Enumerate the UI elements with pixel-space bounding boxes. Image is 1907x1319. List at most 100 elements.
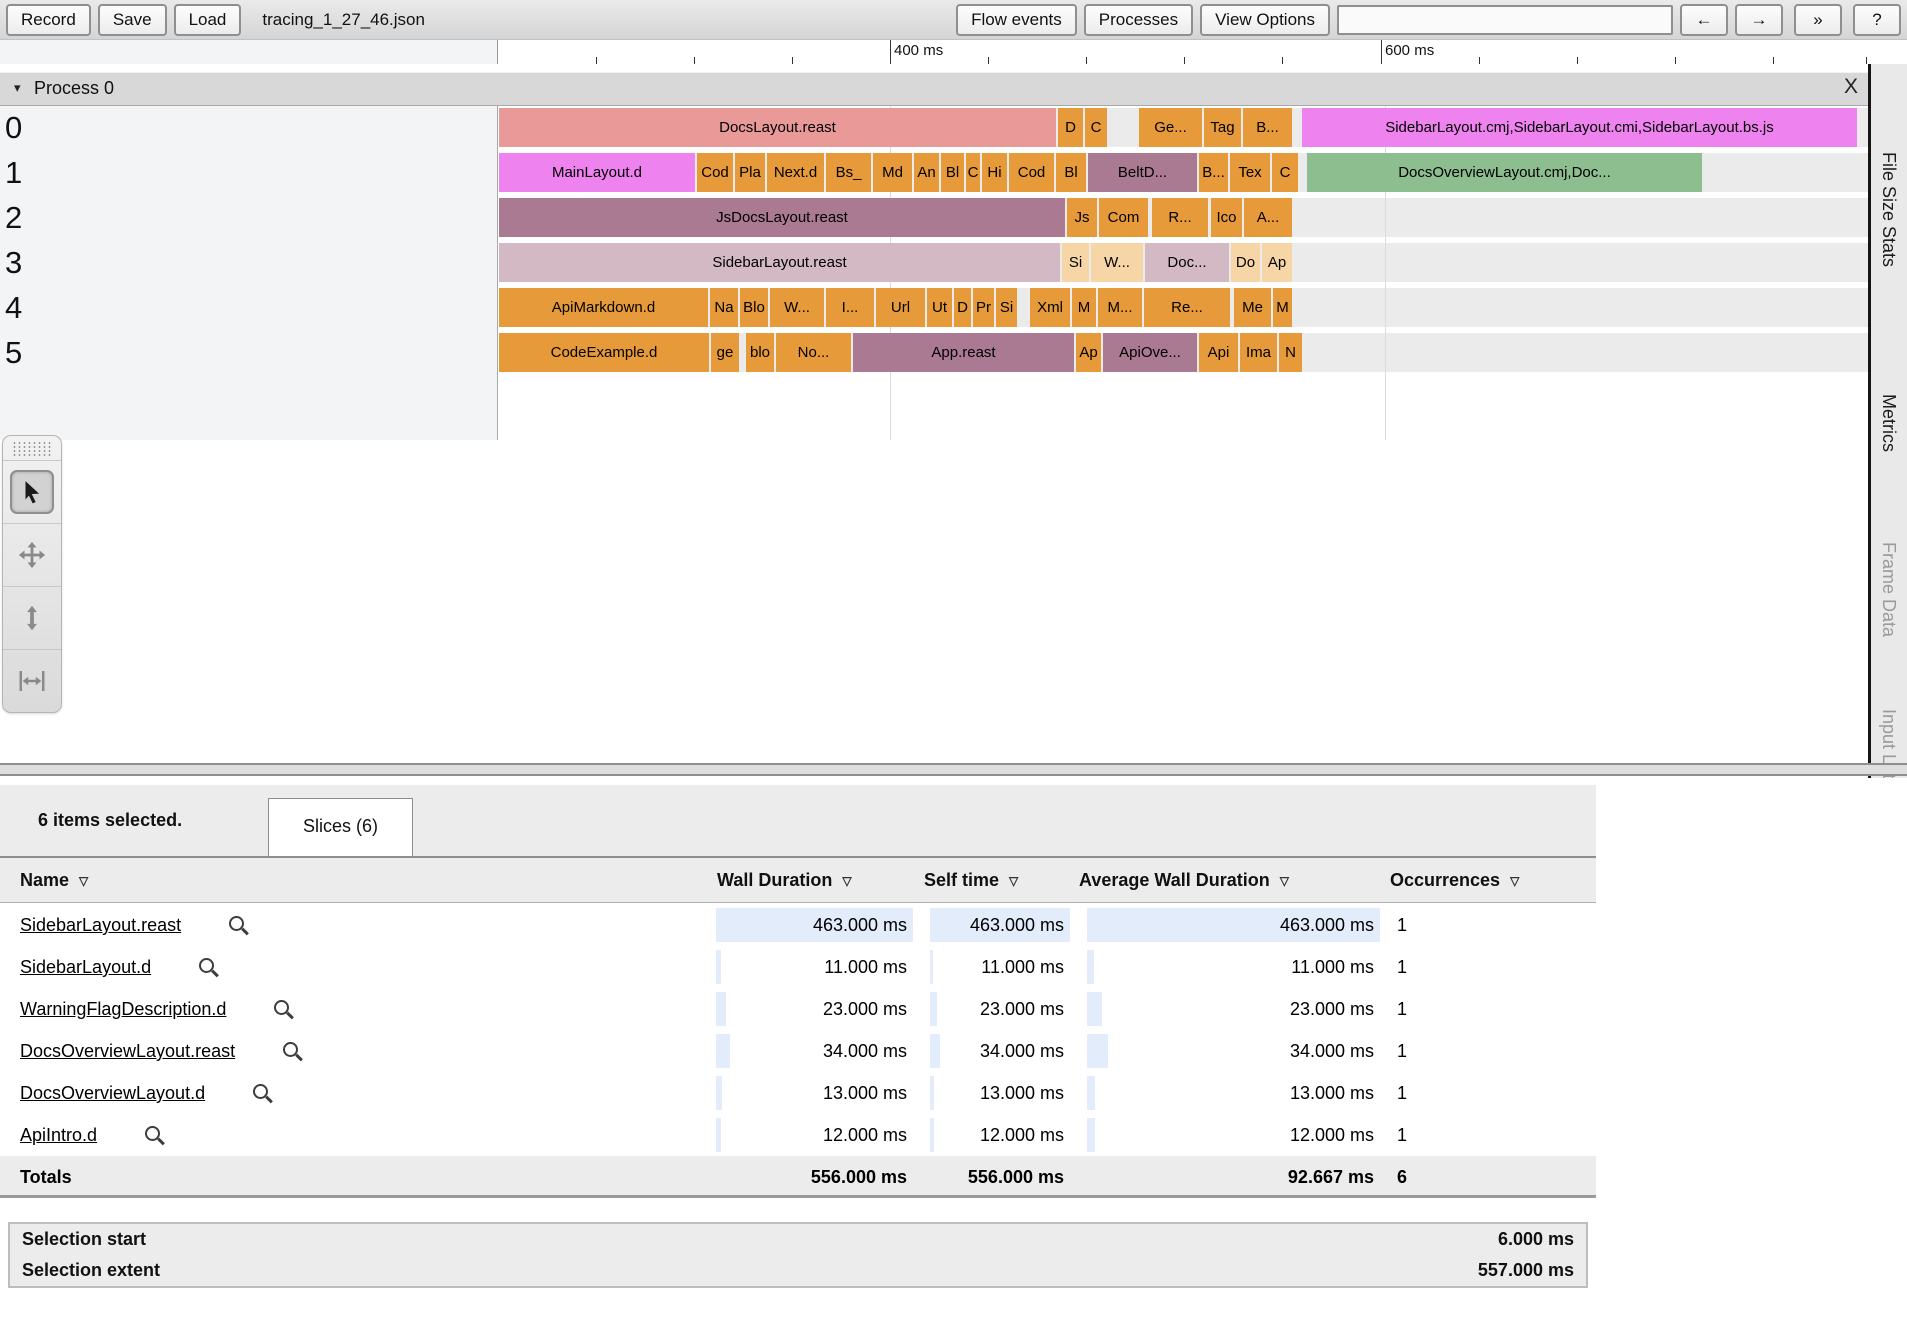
occurrences-cell: 1 <box>1397 957 1408 977</box>
slice[interactable]: Ap <box>1262 243 1292 282</box>
slice[interactable]: A... <box>1244 198 1292 237</box>
slice[interactable]: C <box>1272 153 1298 192</box>
slice[interactable]: M... <box>1098 288 1142 327</box>
ruler-minor-tick <box>596 57 597 64</box>
slice[interactable]: I... <box>826 288 874 327</box>
slice[interactable]: R... <box>1152 198 1208 237</box>
slice[interactable]: Si <box>1062 243 1089 282</box>
slice[interactable]: M <box>1072 288 1096 327</box>
slice[interactable]: Doc... <box>1145 243 1229 282</box>
slice[interactable]: W... <box>770 288 824 327</box>
slice[interactable]: Ima <box>1240 333 1277 372</box>
column-header-average-wall-duration[interactable]: Average Wall Duration ▽ <box>1079 858 1289 902</box>
slice[interactable]: Api <box>1199 333 1238 372</box>
magnifier-icon[interactable] <box>283 1042 299 1057</box>
slice[interactable]: D <box>1058 108 1083 147</box>
slice[interactable]: C <box>1085 108 1107 147</box>
slice[interactable]: Hi <box>982 153 1007 192</box>
timing-tool[interactable] <box>3 649 61 712</box>
pan-tool[interactable] <box>3 523 61 586</box>
collapse-triangle-icon[interactable]: ▾ <box>14 80 21 96</box>
column-header-name[interactable]: Name ▽ <box>20 858 88 902</box>
slice[interactable]: Bl <box>941 153 964 192</box>
slice[interactable]: Com <box>1099 198 1148 237</box>
slice[interactable]: Xml <box>1030 288 1070 327</box>
magnifier-icon[interactable] <box>145 1126 161 1141</box>
slice[interactable]: Pr <box>973 288 994 327</box>
slice[interactable]: Blo <box>740 288 768 327</box>
slice[interactable]: W... <box>1091 243 1143 282</box>
slice[interactable]: M <box>1273 288 1292 327</box>
magnifier-icon[interactable] <box>199 958 215 973</box>
selection-extent-row: Selection extent 557.000 ms <box>10 1255 1586 1286</box>
slice[interactable]: DocsOverviewLayout.cmj,Doc... <box>1307 153 1702 192</box>
slice-name-link[interactable]: SidebarLayout.d <box>20 946 215 988</box>
sidebar-tab-file-size-stats[interactable]: File Size Stats <box>1878 152 1899 267</box>
slice[interactable]: ge <box>711 333 739 372</box>
column-header-occurrences[interactable]: Occurrences ▽ <box>1390 858 1519 902</box>
slice[interactable]: blo <box>746 333 774 372</box>
totals-label: Totals <box>20 1167 72 1187</box>
slice[interactable]: ApiOve... <box>1103 333 1197 372</box>
slice-name-link[interactable]: WarningFlagDescription.d <box>20 988 290 1030</box>
slice[interactable]: Cod <box>697 153 733 192</box>
slice[interactable]: JsDocsLayout.reast <box>499 198 1065 237</box>
slice-name-link[interactable]: ApiIntro.d <box>20 1114 161 1156</box>
slice[interactable]: Tex <box>1230 153 1270 192</box>
slice[interactable]: C <box>966 153 980 192</box>
magnifier-icon[interactable] <box>274 1000 290 1015</box>
slice[interactable]: SidebarLayout.reast <box>499 243 1060 282</box>
slice[interactable]: MainLayout.d <box>499 153 695 192</box>
sidebar-tab-frame-data[interactable]: Frame Data <box>1878 542 1899 637</box>
slice[interactable]: Si <box>996 288 1017 327</box>
slice[interactable]: SidebarLayout.cmj,SidebarLayout.cmi,Side… <box>1302 108 1857 147</box>
slice[interactable]: Url <box>876 288 925 327</box>
slice[interactable]: Ico <box>1211 198 1242 237</box>
slice[interactable]: Re... <box>1144 288 1230 327</box>
close-process-icon[interactable]: X <box>1844 75 1858 99</box>
slice[interactable]: Ap <box>1076 333 1101 372</box>
column-header-self-time[interactable]: Self time ▽ <box>924 858 1018 902</box>
selection-tool[interactable] <box>3 460 61 523</box>
slice[interactable]: Js <box>1067 198 1097 237</box>
panel-splitter[interactable] <box>0 763 1907 776</box>
slice[interactable]: BeltD... <box>1088 153 1197 192</box>
slice[interactable]: Bs_ <box>826 153 871 192</box>
slice[interactable]: Bl <box>1056 153 1086 192</box>
average-wall-duration-cell: 13.000 ms <box>1087 1072 1380 1114</box>
palette-drag-handle[interactable] <box>12 441 52 457</box>
tool-palette <box>2 435 62 713</box>
magnifier-icon[interactable] <box>253 1084 269 1099</box>
slice[interactable]: CodeExample.d <box>499 333 709 372</box>
tab-slices[interactable]: Slices (6) <box>268 798 413 856</box>
slice-name-link[interactable]: SidebarLayout.reast <box>20 904 245 946</box>
slice[interactable]: Cod <box>1009 153 1054 192</box>
totals-self-time: 556.000 ms <box>967 1167 1064 1187</box>
slice[interactable]: N <box>1279 333 1302 372</box>
slice[interactable]: Next.d <box>767 153 824 192</box>
slice[interactable]: B... <box>1199 153 1228 192</box>
slice[interactable]: B... <box>1243 108 1292 147</box>
slice[interactable]: ApiMarkdown.d <box>499 288 708 327</box>
sidebar-tab-metrics[interactable]: Metrics <box>1878 394 1899 452</box>
slice[interactable]: Tag <box>1204 108 1241 147</box>
slice-name-link[interactable]: DocsOverviewLayout.d <box>20 1072 269 1114</box>
slice[interactable]: Md <box>873 153 912 192</box>
magnifier-icon[interactable] <box>229 916 245 931</box>
timeline-ruler[interactable]: 400 ms 600 ms <box>0 40 1868 64</box>
slice[interactable]: Ge... <box>1139 108 1202 147</box>
slice[interactable]: Ut <box>927 288 952 327</box>
slice[interactable]: DocsLayout.reast <box>499 108 1056 147</box>
slice[interactable]: No... <box>776 333 851 372</box>
slice[interactable]: D <box>954 288 971 327</box>
slice[interactable]: An <box>914 153 939 192</box>
column-header-wall-duration[interactable]: Wall Duration ▽ <box>717 858 852 902</box>
slice-name-link[interactable]: DocsOverviewLayout.reast <box>20 1030 299 1072</box>
slice[interactable]: Me <box>1234 288 1271 327</box>
process-header[interactable]: ▾ Process 0 X <box>0 72 1868 106</box>
slice[interactable]: Na <box>710 288 738 327</box>
slice[interactable]: Pla <box>735 153 765 192</box>
slice[interactable]: App.reast <box>853 333 1074 372</box>
zoom-tool[interactable] <box>3 586 61 649</box>
slice[interactable]: Do <box>1231 243 1260 282</box>
